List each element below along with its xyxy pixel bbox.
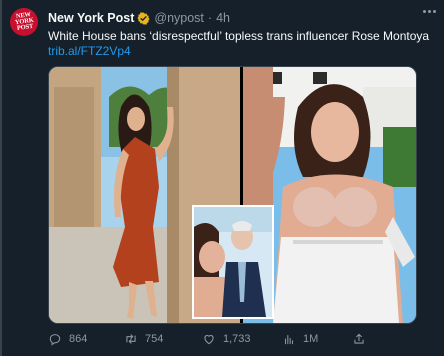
verified-badge-icon [137, 11, 150, 25]
retweet-button[interactable]: 754 [124, 332, 163, 346]
views-button[interactable]: 1M [282, 332, 318, 346]
avatar[interactable]: NEW YORK POST [10, 8, 38, 36]
timestamp[interactable]: 4h [216, 11, 230, 25]
display-name[interactable]: New York Post [48, 11, 134, 25]
retweet-count: 754 [145, 333, 164, 345]
like-count: 1,733 [223, 333, 251, 345]
reply-button[interactable]: 864 [48, 332, 87, 346]
inset-photo[interactable] [192, 205, 274, 319]
retweet-icon [126, 334, 136, 344]
tweet-link[interactable]: trib.al/FTZ2Vp4 [48, 43, 131, 59]
reply-icon [49, 334, 61, 346]
avatar-logo-text: NEW YORK POST [14, 11, 34, 33]
handle[interactable]: @nypost [154, 11, 204, 25]
tweet[interactable]: NEW YORK POST New York Post @nypost · 4h W… [0, 0, 444, 356]
tweet-text: White House bans ‘disrespectful’ topless… [48, 29, 430, 43]
heart-icon [204, 335, 214, 345]
media-grid[interactable] [48, 66, 417, 324]
views-chart-icon [284, 334, 294, 345]
reply-count: 864 [69, 333, 88, 345]
more-options-icon[interactable] [423, 10, 436, 13]
tweet-header: New York Post @nypost · 4h [48, 9, 230, 27]
separator: · [207, 11, 213, 25]
like-button[interactable]: 1,733 [202, 332, 251, 346]
share-button[interactable] [352, 332, 366, 346]
share-icon [354, 333, 364, 344]
tweet-actions: 864 754 1,733 1M [48, 332, 428, 350]
views-count: 1M [303, 333, 319, 345]
